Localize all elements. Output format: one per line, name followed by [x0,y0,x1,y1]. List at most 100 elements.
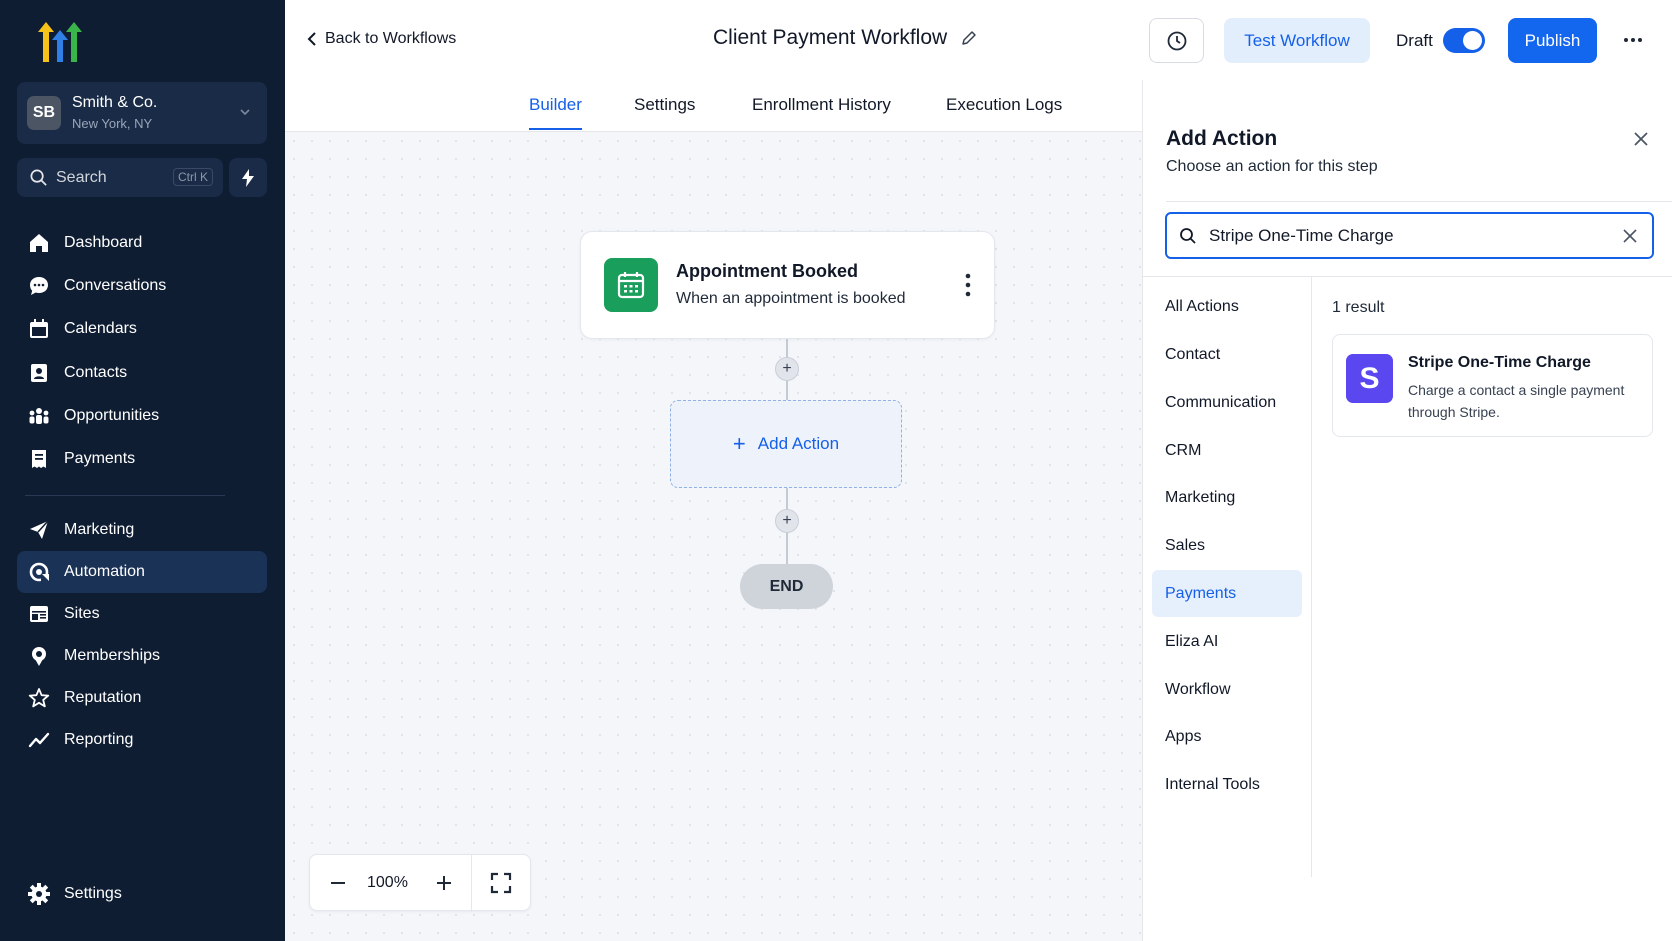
sidebar-item-label: Reputation [64,689,142,706]
workflow-tabs: Builder Settings Enrollment History Exec… [285,80,1142,132]
account-switcher[interactable]: SB Smith & Co. New York, NY [17,82,267,144]
sidebar-item-opportunities[interactable]: Opportunities [17,395,267,437]
back-label: Back to Workflows [325,30,457,47]
account-location: New York, NY [72,116,153,131]
contact-card-icon [26,360,52,386]
category-contact[interactable]: Contact [1152,331,1302,378]
action-category-list: All Actions Contact Communication CRM Ma… [1143,277,1312,877]
sidebar-item-label: Contacts [64,364,128,381]
panel-subtitle: Choose an action for this step [1166,158,1378,175]
result-count: 1 result [1332,299,1385,316]
sidebar: SB Smith & Co. New York, NY Search Ctrl … [0,0,285,941]
version-history-button[interactable] [1149,18,1204,63]
toggle-knob [1463,31,1482,50]
sidebar-item-label: Automation [64,563,145,580]
sidebar-search[interactable]: Search Ctrl K [17,158,223,197]
more-options-icon[interactable] [1621,30,1645,50]
kebab-menu-icon[interactable] [964,272,972,298]
settings-label: Settings [64,885,122,902]
workflow-title-text: Client Payment Workflow [713,26,948,49]
sidebar-item-label: Opportunities [64,407,160,424]
workflow-title: Client Payment Workflow [713,26,977,50]
sidebar-item-automation[interactable]: Automation [17,551,267,593]
sidebar-item-reputation[interactable]: Reputation [17,677,267,719]
sidebar-item-settings[interactable]: Settings [17,873,267,915]
category-eliza-ai[interactable]: Eliza AI [1152,618,1302,665]
chevron-down-icon [240,109,250,116]
category-marketing[interactable]: Marketing [1152,474,1302,521]
clear-search-icon[interactable] [1622,228,1638,244]
category-sales[interactable]: Sales [1152,522,1302,569]
trigger-subtitle: When an appointment is booked [676,290,906,307]
sidebar-item-conversations[interactable]: Conversations [17,265,267,307]
panel-title: Add Action [1166,127,1278,150]
sidebar-item-label: Sites [64,605,100,622]
sidebar-item-label: Reporting [64,731,134,748]
zoom-out-icon[interactable] [328,873,348,893]
sidebar-item-payments[interactable]: Payments [17,438,267,480]
fit-to-screen-icon[interactable] [490,872,512,894]
tab-execution-logs[interactable]: Execution Logs [946,95,1062,128]
action-search-input[interactable] [1209,224,1609,248]
draft-toggle[interactable] [1443,28,1485,53]
end-node: END [740,564,833,609]
category-communication[interactable]: Communication [1152,379,1302,426]
trigger-node[interactable]: Appointment Booked When an appointment i… [580,231,995,339]
category-payments[interactable]: Payments [1152,570,1302,617]
stripe-logo-icon: S [1346,354,1393,403]
search-icon [1180,228,1196,244]
sidebar-item-marketing[interactable]: Marketing [17,509,267,551]
draft-label: Draft [1396,31,1433,50]
insert-step-button[interactable]: + [775,509,799,533]
zoom-in-icon[interactable] [434,873,454,893]
zoom-level: 100% [367,874,408,891]
publish-button[interactable]: Publish [1508,18,1597,63]
quick-actions-button[interactable] [229,158,267,197]
sidebar-item-contacts[interactable]: Contacts [17,352,267,394]
calendar-icon [26,316,52,342]
close-icon[interactable] [1632,130,1650,148]
back-to-workflows-link[interactable]: Back to Workflows [307,30,456,48]
sidebar-item-reporting[interactable]: Reporting [17,719,267,761]
workflow-header: Back to Workflows Client Payment Workflo… [285,0,1672,80]
add-action-node[interactable]: + Add Action [670,400,902,488]
tab-enrollment-history[interactable]: Enrollment History [752,95,891,128]
clock-icon [1167,31,1186,50]
sidebar-item-calendars[interactable]: Calendars [17,308,267,350]
pencil-icon[interactable] [961,30,977,46]
app-logo-icon[interactable] [34,18,90,64]
tab-builder[interactable]: Builder [529,95,582,130]
insert-step-button[interactable]: + [775,357,799,381]
automation-icon [26,559,52,585]
trigger-title: Appointment Booked [676,261,858,281]
result-title: Stripe One-Time Charge [1408,354,1591,371]
account-avatar: SB [27,96,61,130]
category-crm[interactable]: CRM [1152,427,1302,474]
category-all-actions[interactable]: All Actions [1152,283,1302,330]
sidebar-item-label: Memberships [64,647,161,664]
action-search-field[interactable] [1165,212,1654,259]
sidebar-item-label: Payments [64,450,136,467]
sidebar-item-dashboard[interactable]: Dashboard [17,222,267,264]
sidebar-item-label: Conversations [64,277,167,294]
send-icon [26,517,52,543]
category-apps[interactable]: Apps [1152,713,1302,760]
search-icon [30,169,47,186]
add-action-label: Add Action [757,434,840,453]
account-name: Smith & Co. [72,94,158,111]
add-action-panel: Add Action Choose an action for this ste… [1142,80,1672,941]
tab-settings[interactable]: Settings [634,95,695,128]
receipt-icon [26,446,52,472]
sidebar-item-memberships[interactable]: Memberships [17,635,267,677]
sidebar-item-sites[interactable]: Sites [17,593,267,635]
builder-canvas[interactable]: Appointment Booked When an appointment i… [285,132,1142,941]
sidebar-item-label: Dashboard [64,234,143,251]
action-result-card[interactable]: S Stripe One-Time Charge Charge a contac… [1332,334,1653,437]
search-label: Search [56,169,107,186]
gear-icon [26,881,52,907]
star-icon [26,685,52,711]
category-internal-tools[interactable]: Internal Tools [1152,761,1302,808]
test-workflow-button[interactable]: Test Workflow [1224,18,1370,63]
category-workflow[interactable]: Workflow [1152,666,1302,713]
sites-icon [26,601,52,627]
